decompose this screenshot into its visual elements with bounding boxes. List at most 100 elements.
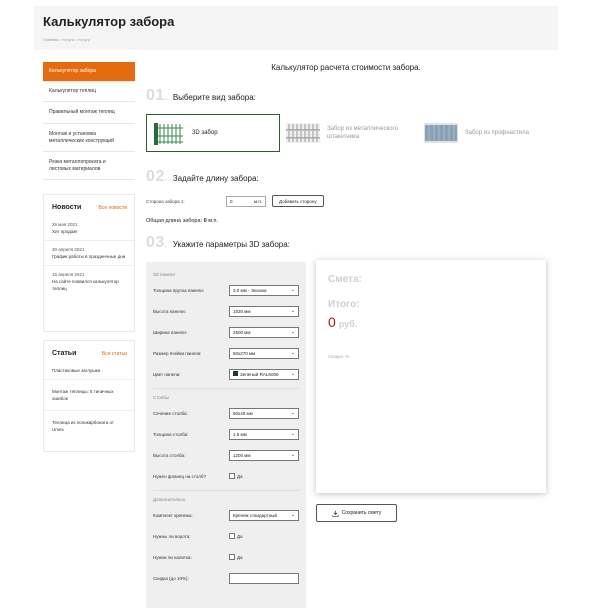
color-swatch: [233, 371, 238, 376]
wicket-checkbox[interactable]: Да: [229, 554, 299, 560]
chevron-down-icon: ⌄: [290, 308, 295, 314]
total-length-value: 0: [203, 218, 207, 224]
side-label: Сторона забора 1:: [146, 198, 185, 204]
total-length-label: Общая длина забора:: [146, 218, 203, 224]
gate-row: Нужны ли ворота: Да: [153, 529, 299, 543]
news-title: Новости: [52, 204, 82, 211]
add-side-button[interactable]: Добавить сторону: [272, 195, 324, 207]
checkbox-box[interactable]: [229, 554, 235, 560]
discount-label: Скидка (до 10%):: [153, 575, 189, 581]
chevron-down-icon: ⌄: [290, 452, 295, 458]
side-length-input[interactable]: 0 м.п.: [226, 195, 266, 207]
news-text[interactable]: Хит продаж!: [52, 228, 126, 235]
fence-type-picket[interactable]: Забор из металлического штакетника: [286, 114, 418, 152]
post-height-label: Высота столба:: [153, 452, 186, 458]
news-date: 15 апреля 2021: [52, 272, 85, 277]
news-item[interactable]: 15 апреля 2021 На сайте появился калькул…: [44, 266, 134, 297]
3d-fence-icon: [154, 123, 183, 145]
gate-checkbox[interactable]: Да: [229, 533, 299, 539]
post-height-row: Высота столба: 1200 мм ⌄: [153, 448, 299, 462]
wicket-label: Нужна ли калитка:: [153, 554, 192, 560]
rod-thickness-row: Толщина прутка панели: 3.0 мм - Эконом ⌄: [153, 283, 299, 297]
panel-color-row: Цвет панели: Зеленый RAL6005 ⌄: [153, 367, 299, 381]
panel-color-select[interactable]: Зеленый RAL6005 ⌄: [229, 368, 299, 380]
flange-row: Нужен фланец на столб? Да: [153, 469, 299, 483]
news-item[interactable]: 26 мая 2021 Хит продаж!: [44, 216, 134, 241]
estimate-card: Смета: Итого: 0 руб. Скидка: %: [316, 260, 546, 493]
post-height-select[interactable]: 1200 мм ⌄: [229, 449, 299, 461]
flange-label: Нужен фланец на столб?: [153, 473, 206, 479]
chevron-down-icon: ⌄: [290, 287, 295, 293]
sidebar-item-greenhouse-mounting[interactable]: Правильный монтаж теплиц: [43, 102, 135, 124]
all-news-link[interactable]: Все новости: [98, 205, 127, 211]
sidebar-menu: Калькулятор забора Калькулятор теплиц Пр…: [43, 62, 135, 180]
step-number: 03.: [146, 234, 168, 251]
estimate-discount: Скидка: %: [328, 354, 350, 359]
chevron-down-icon: ⌄: [290, 371, 295, 377]
download-icon: [332, 510, 339, 517]
post-thickness-value: 1.5 мм: [233, 431, 247, 437]
rod-thickness-select[interactable]: 3.0 мм - Эконом ⌄: [229, 284, 299, 296]
step-number: 02.: [146, 168, 168, 185]
post-section-value: 60x40 мм: [233, 410, 253, 416]
rod-thickness-label: Толщина прутка панели:: [153, 287, 205, 293]
step-label: Укажите параметры 3D забора:: [172, 240, 290, 249]
article-item[interactable]: Монтаж теплицы: 5 типичных ошибок: [44, 380, 134, 411]
chevron-down-icon: ⌄: [290, 512, 295, 518]
panel-width-row: Ширина панели: 2500 мм ⌄: [153, 325, 299, 339]
fence-type-3d[interactable]: 3D забор: [146, 114, 280, 152]
flange-checkbox[interactable]: Да: [229, 473, 299, 479]
sidebar-item-metal-structures[interactable]: Монтаж и установка металлических констру…: [43, 124, 135, 152]
chevron-down-icon: ⌄: [290, 350, 295, 356]
estimate-title: Смета:: [328, 274, 362, 285]
fence-length-row: Сторона забора 1: 0 м.п. Добавить сторон…: [146, 195, 324, 207]
sidebar-item-greenhouse-calculator[interactable]: Калькулятор теплиц: [43, 82, 135, 102]
news-text[interactable]: График работы в праздничные дни: [52, 253, 126, 260]
news-item[interactable]: 30 апреля 2021 График работы в праздничн…: [44, 241, 134, 266]
section-panels: 3D панели: [153, 272, 175, 277]
post-section-select[interactable]: 60x40 мм ⌄: [229, 407, 299, 419]
sidebar-item-metal-cutting[interactable]: Резка металлопроката и листовых материал…: [43, 152, 135, 180]
article-item[interactable]: Пластиковые заглушки: [44, 362, 134, 380]
article-item[interactable]: Теплица из поликарбоната от Umex: [44, 411, 134, 438]
panel-width-label: Ширина панели:: [153, 329, 188, 335]
panel-width-select[interactable]: 2500 мм ⌄: [229, 326, 299, 338]
cell-size-select[interactable]: 50x270 мм ⌄: [229, 347, 299, 359]
discount-input[interactable]: [229, 572, 299, 584]
news-date: 26 мая 2021: [52, 222, 78, 227]
post-thickness-row: Толщина столба: 1.5 мм ⌄: [153, 427, 299, 441]
post-section-row: Сечение столба: 60x40 мм ⌄: [153, 406, 299, 420]
sidebar-item-fence-calculator[interactable]: Калькулятор забора: [43, 62, 135, 82]
step-3-heading: 03. Укажите параметры 3D забора:: [146, 234, 290, 252]
cell-size-label: Размер ячейки панели:: [153, 350, 202, 356]
chevron-down-icon: ⌄: [290, 329, 295, 335]
fence-type-selector: 3D забор Забор из металлического штакетн…: [146, 114, 560, 152]
post-thickness-select[interactable]: 1.5 мм ⌄: [229, 428, 299, 440]
save-estimate-button[interactable]: Сохранить смету: [316, 504, 397, 522]
side-length-unit: м.п.: [253, 198, 262, 204]
news-text[interactable]: На сайте появился калькулятор теплиц: [52, 278, 126, 292]
news-date: 30 апреля 2021: [52, 247, 85, 252]
estimate-currency: руб.: [338, 319, 358, 329]
fence-parameters-panel: 3D панели Толщина прутка панели: 3.0 мм …: [146, 262, 306, 608]
all-articles-link[interactable]: Все статьи: [102, 351, 127, 357]
articles-title: Статьи: [52, 350, 77, 357]
fence-type-profiled-sheet[interactable]: Забор из профнастила: [424, 114, 554, 152]
checkbox-box[interactable]: [229, 473, 235, 479]
checkbox-box[interactable]: [229, 533, 235, 539]
breadcrumb[interactable]: Главная • Услуги • Услуги: [43, 37, 90, 42]
panel-color-value: Зеленый RAL6005: [240, 372, 279, 377]
fasteners-value: Крепеж стандартный: [233, 512, 277, 518]
wicket-row: Нужна ли калитка: Да: [153, 550, 299, 564]
panel-height-select[interactable]: 1530 мм ⌄: [229, 305, 299, 317]
step-label: Задайте длину забора:: [172, 174, 259, 183]
cell-size-row: Размер ячейки панели: 50x270 мм ⌄: [153, 346, 299, 360]
fence-type-label: 3D забор: [192, 130, 218, 136]
calculator-title: Калькулятор расчета стоимости забора.: [271, 63, 421, 72]
side-length-value: 0: [230, 198, 233, 204]
cell-size-value: 50x270 мм: [233, 350, 256, 356]
fasteners-select[interactable]: Крепеж стандартный ⌄: [229, 509, 299, 521]
checkbox-label: Да: [237, 533, 243, 539]
step-number: 01.: [146, 87, 168, 104]
panel-height-row: Высота панели: 1530 мм ⌄: [153, 304, 299, 318]
